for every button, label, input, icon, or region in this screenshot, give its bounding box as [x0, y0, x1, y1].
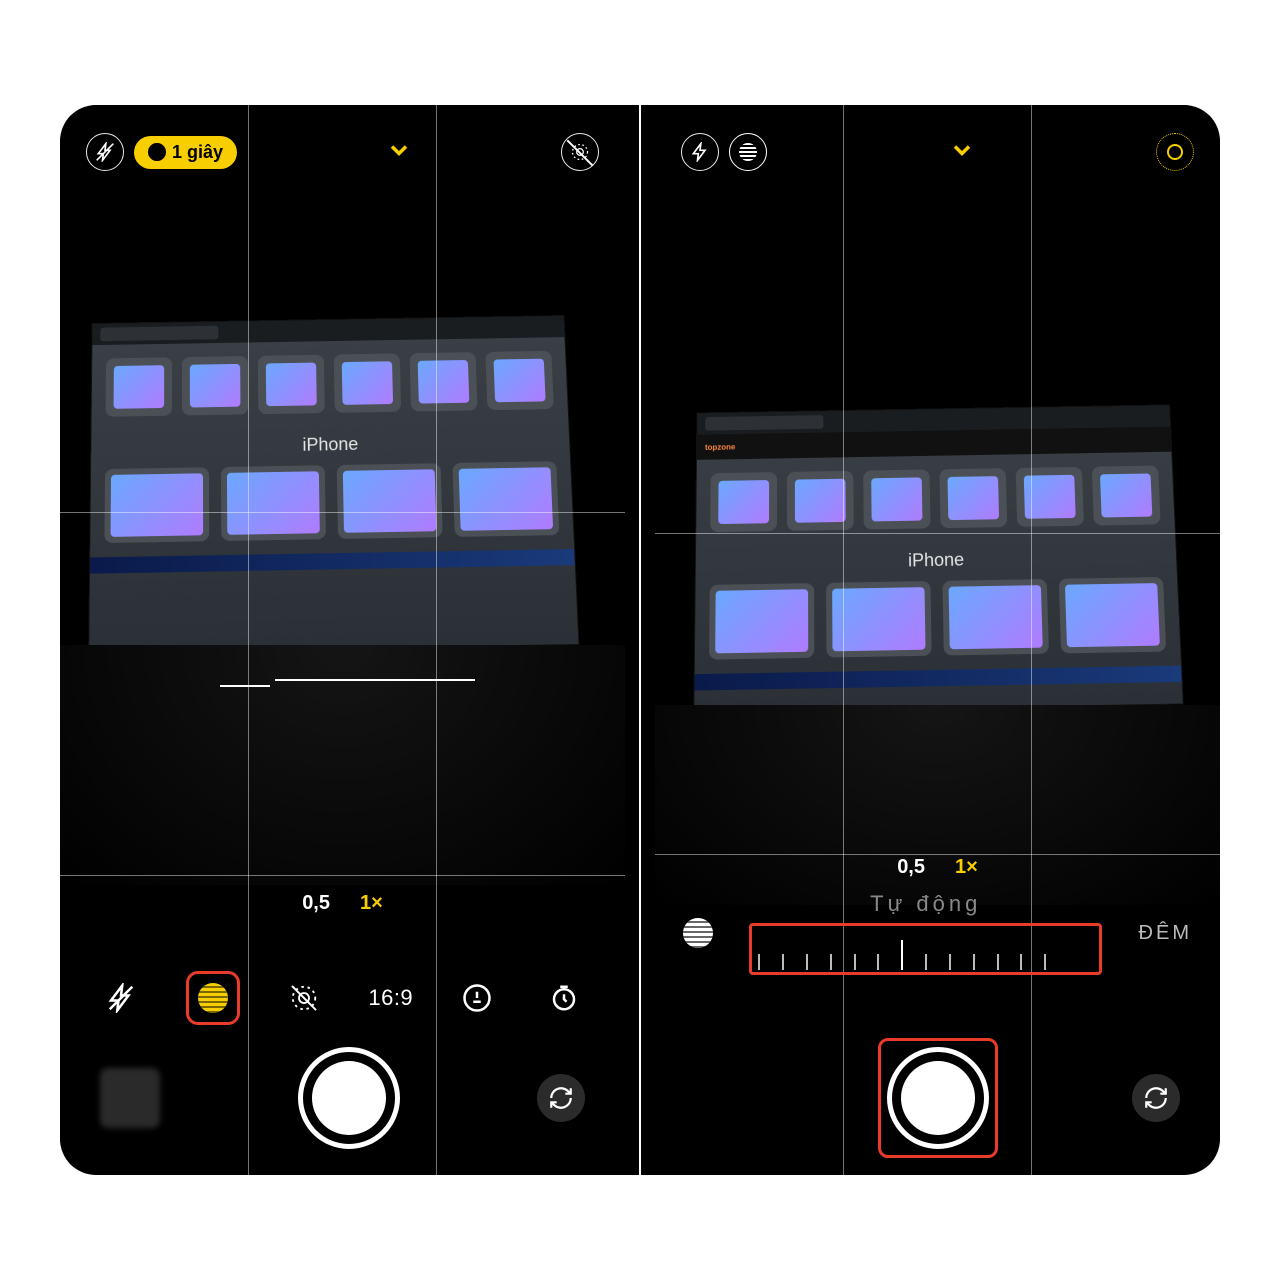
zoom-main[interactable]: 1× [360, 892, 383, 915]
viewfinder-laptop-screen: topzone iPhone [693, 404, 1184, 713]
zoom-selector[interactable]: 0,5 1× [302, 892, 383, 915]
camera-screen-night-slider: topzone iPhone [655, 105, 1220, 1175]
camera-flip-button[interactable] [1132, 1074, 1180, 1122]
chevron-down-icon[interactable] [385, 136, 413, 169]
shutter-button[interactable] [887, 1047, 989, 1149]
night-mode-icon [148, 143, 166, 161]
flash-off-icon[interactable] [86, 133, 124, 171]
zoom-wide[interactable]: 0,5 [302, 892, 330, 915]
night-duration-slider[interactable] [758, 932, 1046, 970]
camera-flip-button[interactable] [537, 1074, 585, 1122]
live-photo-off-icon[interactable] [561, 133, 599, 171]
photo-thumbnail[interactable] [100, 1068, 160, 1128]
timer-button[interactable] [542, 976, 586, 1020]
viewfinder-laptop-screen: iPhone [88, 315, 579, 654]
night-mode-icon [198, 983, 228, 1013]
night-slider-highlight [749, 923, 1102, 975]
brand-text: iPhone [696, 546, 1177, 575]
flash-icon[interactable] [681, 133, 719, 171]
night-mode-button-highlight [186, 971, 240, 1025]
viewfinder: topzone iPhone [655, 105, 1220, 1175]
camera-screen-night-mode: iPhone 1 giây [60, 105, 625, 1175]
live-photo-toggle-icon[interactable] [282, 976, 326, 1020]
zoom-main[interactable]: 1× [955, 856, 978, 879]
level-indicator [275, 679, 475, 681]
zoom-wide[interactable]: 0,5 [897, 856, 925, 879]
live-photo-icon[interactable] [1156, 133, 1194, 171]
night-mode-icon[interactable] [729, 133, 767, 171]
night-mode-pill[interactable]: 1 giây [134, 136, 237, 169]
shutter-button[interactable] [298, 1047, 400, 1149]
exposure-button[interactable] [455, 976, 499, 1020]
night-mode-button[interactable] [191, 976, 235, 1020]
flash-toggle-icon[interactable] [99, 976, 143, 1020]
aspect-ratio-button[interactable]: 16:9 [369, 976, 413, 1020]
chevron-down-icon[interactable] [948, 136, 976, 169]
night-slider-label: Tự động [870, 891, 981, 917]
shutter-highlight [878, 1038, 998, 1158]
night-label: ĐÊM [1139, 922, 1192, 945]
level-indicator [220, 685, 270, 687]
night-mode-duration: 1 giây [172, 142, 223, 163]
night-mode-icon[interactable] [683, 918, 713, 948]
zoom-selector[interactable]: 0,5 1× [897, 856, 978, 879]
brand-text: iPhone [91, 430, 569, 459]
